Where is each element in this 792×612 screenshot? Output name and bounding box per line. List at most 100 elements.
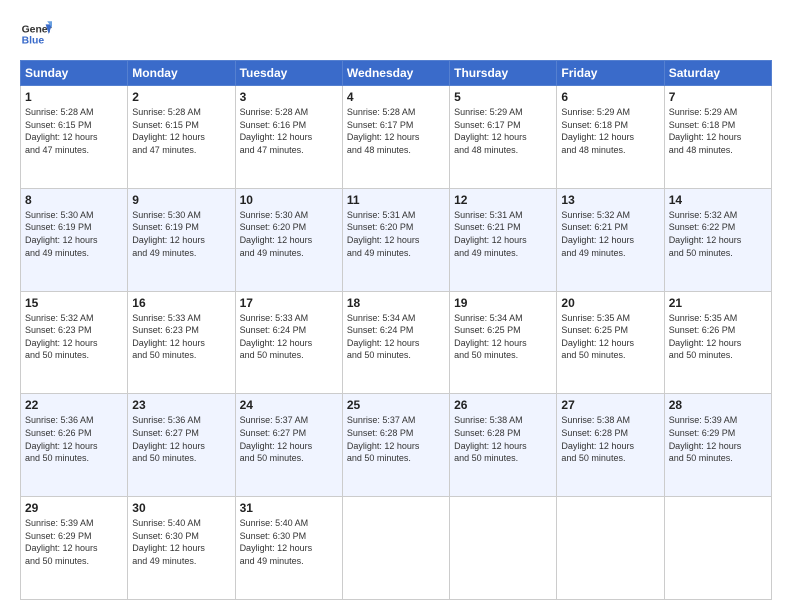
- day-info: Sunrise: 5:29 AM Sunset: 6:18 PM Dayligh…: [561, 106, 659, 156]
- day-info: Sunrise: 5:34 AM Sunset: 6:24 PM Dayligh…: [347, 312, 445, 362]
- calendar-week-3: 15Sunrise: 5:32 AM Sunset: 6:23 PM Dayli…: [21, 291, 772, 394]
- day-info: Sunrise: 5:39 AM Sunset: 6:29 PM Dayligh…: [25, 517, 123, 567]
- day-number: 13: [561, 193, 659, 207]
- weekday-tuesday: Tuesday: [235, 61, 342, 86]
- day-number: 21: [669, 296, 767, 310]
- calendar-day-16: 16Sunrise: 5:33 AM Sunset: 6:23 PM Dayli…: [128, 291, 235, 394]
- day-number: 12: [454, 193, 552, 207]
- day-info: Sunrise: 5:29 AM Sunset: 6:17 PM Dayligh…: [454, 106, 552, 156]
- day-number: 10: [240, 193, 338, 207]
- day-number: 6: [561, 90, 659, 104]
- day-number: 3: [240, 90, 338, 104]
- day-info: Sunrise: 5:30 AM Sunset: 6:19 PM Dayligh…: [132, 209, 230, 259]
- calendar-week-4: 22 Sunrise: 5:36 AM Sunset: 6:26 PM Dayli…: [21, 394, 772, 497]
- calendar-day-27: 27 Sunrise: 5:38 AM Sunset: 6:28 PM Dayli…: [557, 394, 664, 497]
- day-info: Sunrise: 5:29 AM Sunset: 6:18 PM Dayligh…: [669, 106, 767, 156]
- calendar-day-24: 24 Sunrise: 5:37 AM Sunset: 6:27 PM Dayli…: [235, 394, 342, 497]
- day-number: 30: [132, 501, 230, 515]
- day-number: 27: [561, 398, 659, 412]
- calendar-day-15: 15Sunrise: 5:32 AM Sunset: 6:23 PM Dayli…: [21, 291, 128, 394]
- calendar-day-12: 12 Sunrise: 5:31 AM Sunset: 6:21 PM Dayli…: [450, 188, 557, 291]
- calendar-day-11: 11 Sunrise: 5:31 AM Sunset: 6:20 PM Dayli…: [342, 188, 449, 291]
- day-info: Sunrise: 5:32 AM Sunset: 6:22 PM Dayligh…: [669, 209, 767, 259]
- calendar-day-10: 10 Sunrise: 5:30 AM Sunset: 6:20 PM Dayli…: [235, 188, 342, 291]
- day-number: 22: [25, 398, 123, 412]
- day-info: Sunrise: 5:37 AM Sunset: 6:28 PM Dayligh…: [347, 414, 445, 464]
- calendar-day-5: 5 Sunrise: 5:29 AM Sunset: 6:17 PM Daylig…: [450, 86, 557, 189]
- calendar-day-25: 25 Sunrise: 5:37 AM Sunset: 6:28 PM Dayli…: [342, 394, 449, 497]
- day-number: 9: [132, 193, 230, 207]
- calendar-day-31: 31 Sunrise: 5:40 AM Sunset: 6:30 PM Dayli…: [235, 497, 342, 600]
- day-number: 23: [132, 398, 230, 412]
- calendar-day-28: 28 Sunrise: 5:39 AM Sunset: 6:29 PM Dayli…: [664, 394, 771, 497]
- day-info: Sunrise: 5:34 AM Sunset: 6:25 PM Dayligh…: [454, 312, 552, 362]
- day-info: Sunrise: 5:38 AM Sunset: 6:28 PM Dayligh…: [454, 414, 552, 464]
- calendar-day-22: 22 Sunrise: 5:36 AM Sunset: 6:26 PM Dayli…: [21, 394, 128, 497]
- calendar-day-8: 8 Sunrise: 5:30 AM Sunset: 6:19 PM Daylig…: [21, 188, 128, 291]
- calendar-day-2: 2Sunrise: 5:28 AM Sunset: 6:15 PM Daylig…: [128, 86, 235, 189]
- day-number: 4: [347, 90, 445, 104]
- calendar-day-3: 3 Sunrise: 5:28 AM Sunset: 6:16 PM Daylig…: [235, 86, 342, 189]
- day-number: 14: [669, 193, 767, 207]
- day-number: 31: [240, 501, 338, 515]
- day-info: Sunrise: 5:28 AM Sunset: 6:16 PM Dayligh…: [240, 106, 338, 156]
- calendar-day-19: 19 Sunrise: 5:34 AM Sunset: 6:25 PM Dayli…: [450, 291, 557, 394]
- calendar-day-14: 14 Sunrise: 5:32 AM Sunset: 6:22 PM Dayli…: [664, 188, 771, 291]
- calendar-day-20: 20Sunrise: 5:35 AM Sunset: 6:25 PM Dayli…: [557, 291, 664, 394]
- weekday-sunday: Sunday: [21, 61, 128, 86]
- day-number: 11: [347, 193, 445, 207]
- day-info: Sunrise: 5:37 AM Sunset: 6:27 PM Dayligh…: [240, 414, 338, 464]
- day-info: Sunrise: 5:36 AM Sunset: 6:26 PM Dayligh…: [25, 414, 123, 464]
- calendar-day-30: 30 Sunrise: 5:40 AM Sunset: 6:30 PM Dayli…: [128, 497, 235, 600]
- calendar-day-29: 29 Sunrise: 5:39 AM Sunset: 6:29 PM Dayli…: [21, 497, 128, 600]
- day-info: Sunrise: 5:40 AM Sunset: 6:30 PM Dayligh…: [132, 517, 230, 567]
- day-info: Sunrise: 5:35 AM Sunset: 6:26 PM Dayligh…: [669, 312, 767, 362]
- day-number: 29: [25, 501, 123, 515]
- svg-text:Blue: Blue: [22, 36, 45, 47]
- day-info: Sunrise: 5:32 AM Sunset: 6:21 PM Dayligh…: [561, 209, 659, 259]
- day-number: 18: [347, 296, 445, 310]
- day-info: Sunrise: 5:30 AM Sunset: 6:20 PM Dayligh…: [240, 209, 338, 259]
- day-number: 24: [240, 398, 338, 412]
- weekday-friday: Friday: [557, 61, 664, 86]
- weekday-monday: Monday: [128, 61, 235, 86]
- day-number: 28: [669, 398, 767, 412]
- day-number: 5: [454, 90, 552, 104]
- day-info: Sunrise: 5:28 AM Sunset: 6:15 PM Dayligh…: [132, 106, 230, 156]
- logo-icon: General Blue: [20, 18, 52, 50]
- calendar-day-7: 7 Sunrise: 5:29 AM Sunset: 6:18 PM Daylig…: [664, 86, 771, 189]
- day-number: 16: [132, 296, 230, 310]
- empty-cell: [342, 497, 449, 600]
- day-number: 25: [347, 398, 445, 412]
- day-number: 7: [669, 90, 767, 104]
- weekday-thursday: Thursday: [450, 61, 557, 86]
- calendar-day-26: 26 Sunrise: 5:38 AM Sunset: 6:28 PM Dayli…: [450, 394, 557, 497]
- day-info: Sunrise: 5:32 AM Sunset: 6:23 PM Dayligh…: [25, 312, 123, 362]
- calendar-week-5: 29 Sunrise: 5:39 AM Sunset: 6:29 PM Dayli…: [21, 497, 772, 600]
- day-info: Sunrise: 5:30 AM Sunset: 6:19 PM Dayligh…: [25, 209, 123, 259]
- day-info: Sunrise: 5:31 AM Sunset: 6:20 PM Dayligh…: [347, 209, 445, 259]
- calendar-day-13: 13 Sunrise: 5:32 AM Sunset: 6:21 PM Dayli…: [557, 188, 664, 291]
- weekday-saturday: Saturday: [664, 61, 771, 86]
- day-info: Sunrise: 5:40 AM Sunset: 6:30 PM Dayligh…: [240, 517, 338, 567]
- day-info: Sunrise: 5:39 AM Sunset: 6:29 PM Dayligh…: [669, 414, 767, 464]
- day-info: Sunrise: 5:38 AM Sunset: 6:28 PM Dayligh…: [561, 414, 659, 464]
- day-number: 8: [25, 193, 123, 207]
- calendar-day-18: 18 Sunrise: 5:34 AM Sunset: 6:24 PM Dayli…: [342, 291, 449, 394]
- calendar-week-2: 8 Sunrise: 5:30 AM Sunset: 6:19 PM Daylig…: [21, 188, 772, 291]
- calendar-day-21: 21 Sunrise: 5:35 AM Sunset: 6:26 PM Dayli…: [664, 291, 771, 394]
- day-number: 26: [454, 398, 552, 412]
- header: General Blue: [20, 18, 772, 50]
- calendar-day-1: 1Sunrise: 5:28 AM Sunset: 6:15 PM Daylig…: [21, 86, 128, 189]
- day-info: Sunrise: 5:33 AM Sunset: 6:24 PM Dayligh…: [240, 312, 338, 362]
- calendar-day-17: 17Sunrise: 5:33 AM Sunset: 6:24 PM Dayli…: [235, 291, 342, 394]
- day-number: 19: [454, 296, 552, 310]
- empty-cell: [664, 497, 771, 600]
- calendar-day-9: 9 Sunrise: 5:30 AM Sunset: 6:19 PM Daylig…: [128, 188, 235, 291]
- weekday-wednesday: Wednesday: [342, 61, 449, 86]
- calendar-day-4: 4Sunrise: 5:28 AM Sunset: 6:17 PM Daylig…: [342, 86, 449, 189]
- calendar-day-6: 6 Sunrise: 5:29 AM Sunset: 6:18 PM Daylig…: [557, 86, 664, 189]
- calendar-table: SundayMondayTuesdayWednesdayThursdayFrid…: [20, 60, 772, 600]
- day-info: Sunrise: 5:36 AM Sunset: 6:27 PM Dayligh…: [132, 414, 230, 464]
- day-info: Sunrise: 5:31 AM Sunset: 6:21 PM Dayligh…: [454, 209, 552, 259]
